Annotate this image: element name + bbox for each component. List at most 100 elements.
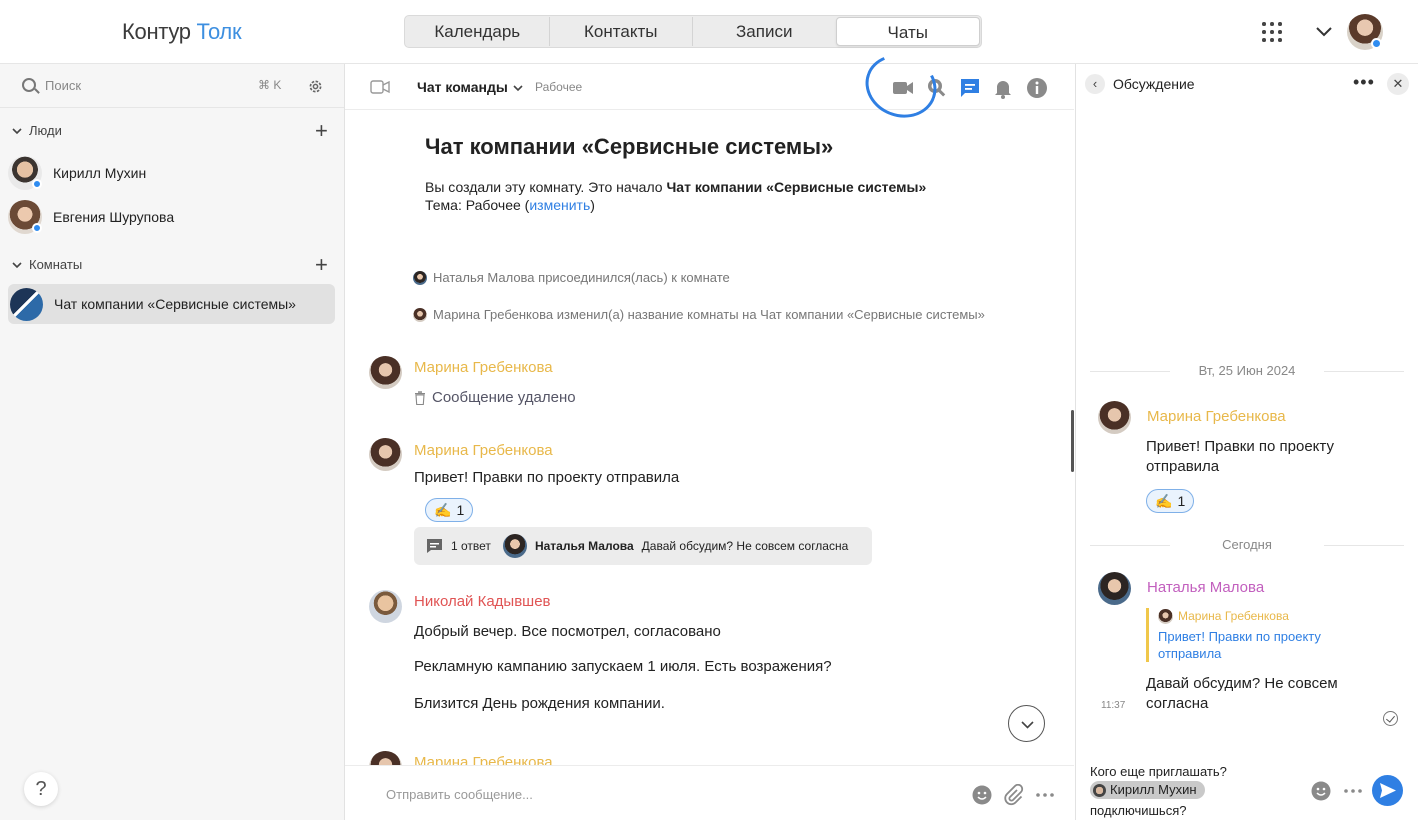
video-outline-icon[interactable]	[370, 80, 390, 94]
system-event: Марина Гребенкова изменил(а) название ко…	[413, 307, 985, 322]
system-event: Наталья Малова присоединился(лась) к ком…	[413, 270, 730, 285]
discussion-header: ‹ Обсуждение ••• ✕	[1076, 64, 1418, 104]
avatar	[8, 200, 42, 234]
avatar[interactable]	[369, 438, 402, 471]
person-name: Кирилл Мухин	[53, 165, 147, 181]
reaction-badge[interactable]: ✍️ 1	[1146, 489, 1195, 513]
app-logo[interactable]: Контур Толк	[122, 19, 242, 45]
quoted-message[interactable]: Марина Гребенкова Привет! Правки по прое…	[1146, 608, 1356, 662]
main-nav-tabs: Календарь Контакты Записи Чаты	[404, 15, 982, 48]
bell-icon[interactable]	[991, 76, 1015, 100]
close-button[interactable]: ✕	[1387, 73, 1409, 95]
sidebar-search[interactable]: Поиск ⌘ K	[0, 64, 344, 108]
scroll-to-bottom-button[interactable]	[1008, 705, 1045, 742]
send-button[interactable]	[1372, 775, 1403, 806]
reaction-badge[interactable]: ✍️ 1	[425, 498, 474, 522]
message-text: Давай обсудим? Не совсем согласна	[1146, 675, 1338, 712]
reply-input-line: подключишься?	[1090, 802, 1187, 818]
reply-input[interactable]: Кого еще приглашать? Кирилл Мухин подклю…	[1090, 763, 1320, 820]
avatar[interactable]	[369, 356, 402, 389]
chevron-down-icon	[1021, 721, 1034, 729]
discussion-title: Обсуждение	[1113, 76, 1195, 92]
thread-summary[interactable]: 1 ответ Наталья Малова Давай обсудим? Не…	[414, 527, 872, 565]
message-text: Близится День рождения компании.	[414, 695, 665, 712]
search-icon	[22, 78, 36, 92]
emoji-icon[interactable]	[1310, 780, 1332, 802]
room-topic-text: Тема: Рабочее (изменить)	[425, 197, 595, 213]
reply-input-line: Кого еще приглашать?	[1090, 764, 1227, 779]
emoji-icon[interactable]	[971, 784, 993, 806]
help-button[interactable]: ?	[24, 772, 58, 806]
avatar[interactable]	[1098, 572, 1131, 605]
online-status-icon	[32, 179, 42, 189]
tab-chats[interactable]: Чаты	[835, 17, 980, 46]
tab-contacts[interactable]: Контакты	[550, 17, 693, 46]
avatar[interactable]	[369, 590, 402, 623]
avatar	[1093, 783, 1106, 797]
thread-last-preview: Давай обсудим? Не совсем согласна	[641, 539, 849, 553]
message-clip: Марина Гребенкова	[345, 734, 1074, 765]
more-icon[interactable]	[1034, 784, 1056, 806]
message-author[interactable]: Марина Гребенкова	[414, 359, 553, 376]
chevron-down-icon	[12, 261, 22, 268]
trash-icon	[415, 390, 425, 405]
avatar[interactable]	[369, 751, 402, 765]
sidebar-item-person[interactable]: Евгения Шурупова	[8, 197, 174, 237]
chat-panel: Чат команды Рабочее Чат компании «Сервис…	[345, 44, 1074, 820]
top-bar: Контур Толк Календарь Контакты Записи Ча…	[0, 0, 1418, 64]
attachment-icon[interactable]	[1002, 784, 1024, 806]
avatar[interactable]	[1098, 401, 1131, 434]
avatar	[413, 307, 427, 322]
room-name: Чат компании «Сервисные системы»	[54, 296, 296, 312]
avatar	[1158, 609, 1173, 624]
rooms-section-title: Комнаты	[29, 257, 83, 272]
avatar	[502, 534, 527, 558]
message-author[interactable]: Марина Гребенкова	[414, 442, 553, 459]
avatar	[413, 270, 427, 285]
message-author[interactable]: Николай Кадывшев	[414, 593, 551, 610]
send-icon	[1380, 783, 1396, 798]
add-person-icon[interactable]: +	[315, 120, 328, 142]
rooms-section-header[interactable]: Комнаты	[12, 257, 82, 272]
more-icon[interactable]: •••	[1353, 73, 1375, 91]
sidebar-item-person[interactable]: Кирилл Мухин	[8, 153, 146, 193]
quote-text: Привет! Правки по проекту отправила	[1158, 629, 1321, 661]
quote-author: Марина Гребенкова	[1178, 609, 1289, 623]
people-section-header[interactable]: Люди	[12, 123, 62, 138]
chat-header: Чат команды Рабочее	[345, 44, 1074, 128]
date-separator: Вт, 25 Июн 2024	[1090, 363, 1404, 378]
room-avatar	[10, 287, 43, 321]
more-icon[interactable]	[1342, 780, 1364, 802]
chat-title[interactable]: Чат команды	[417, 79, 508, 95]
thread-icon	[427, 539, 442, 553]
logo-text-tolk: Толк	[196, 19, 242, 44]
message-input[interactable]: Отправить сообщение...	[386, 787, 533, 802]
back-button[interactable]: ‹	[1085, 74, 1105, 94]
sidebar-item-room[interactable]: Чат компании «Сервисные системы»	[8, 284, 335, 324]
chat-scrollbar[interactable]	[1071, 410, 1074, 472]
info-icon[interactable]	[1025, 76, 1049, 100]
message-author[interactable]: Марина Гребенкова	[414, 754, 553, 765]
reaction-emoji: ✍️	[434, 502, 452, 518]
message-author[interactable]: Марина Гребенкова	[1147, 408, 1286, 425]
message-text: Добрый вечер. Все посмотрел, согласовано	[414, 623, 721, 640]
chevron-down-icon[interactable]	[1315, 24, 1333, 38]
chevron-down-icon[interactable]	[513, 84, 523, 92]
change-topic-link[interactable]: изменить	[529, 197, 590, 213]
search-shortcut: ⌘ K	[258, 78, 282, 92]
tab-recordings[interactable]: Записи	[693, 17, 836, 46]
message-author[interactable]: Наталья Малова	[1147, 579, 1264, 596]
threads-icon[interactable]	[958, 76, 982, 100]
search-input[interactable]: Поиск	[45, 78, 81, 93]
message-text: Рекламную кампанию запускаем 1 июля. Ест…	[414, 658, 832, 675]
add-room-icon[interactable]: +	[315, 254, 328, 276]
tab-calendar[interactable]: Календарь	[406, 17, 550, 46]
date-separator: Сегодня	[1090, 537, 1404, 552]
room-intro-text: Вы создали эту комнату. Это начало Чат к…	[425, 179, 927, 195]
gear-icon[interactable]	[307, 78, 324, 95]
online-status-icon	[1371, 38, 1382, 49]
mention-chip[interactable]: Кирилл Мухин	[1090, 781, 1205, 799]
discussion-panel: ‹ Обсуждение ••• ✕ Вт, 25 Июн 2024 Марин…	[1075, 64, 1418, 820]
message-composer: Отправить сообщение...	[345, 765, 1074, 820]
apps-grid-icon[interactable]	[1262, 22, 1282, 42]
